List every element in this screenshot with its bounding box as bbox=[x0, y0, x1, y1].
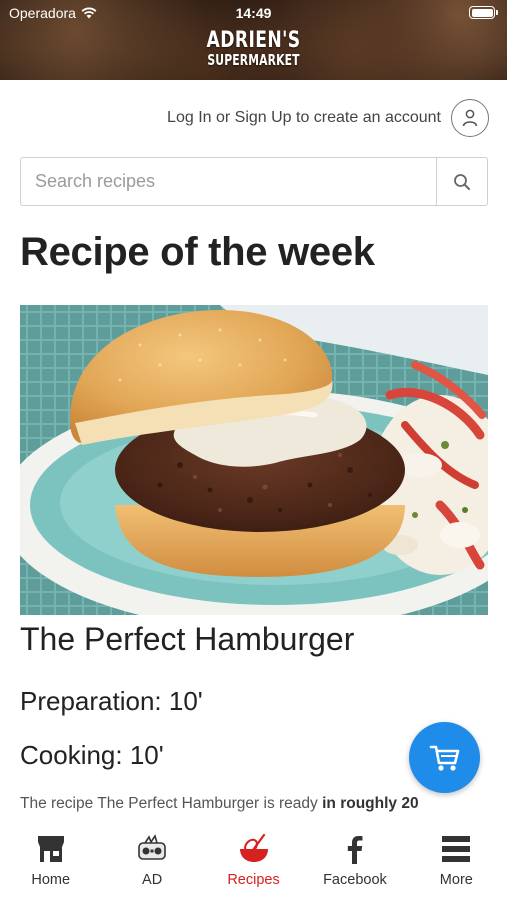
account-row: Log In or Sign Up to create an account bbox=[167, 99, 489, 137]
description-duration: in roughly 20 bbox=[322, 795, 419, 812]
app-header: Operadora 14:49 ADRIEN'S SUPERMARKET bbox=[0, 0, 507, 80]
recipe-description: The recipe The Perfect Hamburger is read… bbox=[20, 795, 419, 813]
search-icon bbox=[454, 173, 470, 190]
tab-facebook[interactable]: Facebook bbox=[304, 822, 405, 900]
search-button[interactable] bbox=[436, 158, 487, 205]
preparation-time: Preparation: 10' bbox=[20, 686, 203, 716]
menu-icon bbox=[442, 836, 471, 862]
search-bar bbox=[20, 157, 488, 206]
account-button[interactable] bbox=[451, 99, 489, 137]
cart-button[interactable] bbox=[409, 722, 480, 793]
facebook-icon bbox=[347, 836, 363, 864]
recipe-title: The Perfect Hamburger bbox=[20, 621, 355, 657]
store-icon bbox=[37, 836, 64, 862]
user-icon bbox=[462, 109, 478, 127]
whisk-bowl-icon bbox=[239, 833, 268, 862]
status-bar: Operadora 14:49 bbox=[0, 0, 507, 26]
tab-facebook-label: Facebook bbox=[323, 872, 387, 888]
tab-ad[interactable]: AD bbox=[101, 822, 202, 900]
ad-icon bbox=[138, 834, 166, 860]
logo-title: ADRIEN'S bbox=[206, 28, 301, 53]
description-text: The recipe The Perfect Hamburger is read… bbox=[20, 795, 323, 812]
search-input[interactable] bbox=[21, 158, 436, 205]
tab-recipes[interactable]: Recipes bbox=[203, 822, 304, 900]
logo-subtitle: SUPERMARKET bbox=[207, 51, 300, 69]
supermarket-logo: ADRIEN'S SUPERMARKET bbox=[0, 30, 507, 68]
section-title: Recipe of the week bbox=[20, 230, 375, 274]
status-time: 14:49 bbox=[235, 5, 272, 21]
shopping-cart-icon bbox=[429, 745, 459, 771]
tab-home[interactable]: Home bbox=[0, 822, 101, 900]
recipe-image[interactable] bbox=[20, 305, 488, 615]
bottom-tab-bar: Home AD Recipes Facebook More bbox=[0, 822, 507, 900]
tab-recipes-label: Recipes bbox=[227, 872, 280, 888]
tab-more[interactable]: More bbox=[406, 822, 507, 900]
cooking-time: Cooking: 10' bbox=[20, 740, 164, 770]
tab-ad-label: AD bbox=[142, 872, 163, 888]
tab-more-label: More bbox=[439, 872, 473, 888]
battery-icon bbox=[469, 6, 498, 19]
tab-home-label: Home bbox=[31, 872, 71, 888]
login-link[interactable]: Log In or Sign Up to create an account bbox=[167, 109, 441, 127]
